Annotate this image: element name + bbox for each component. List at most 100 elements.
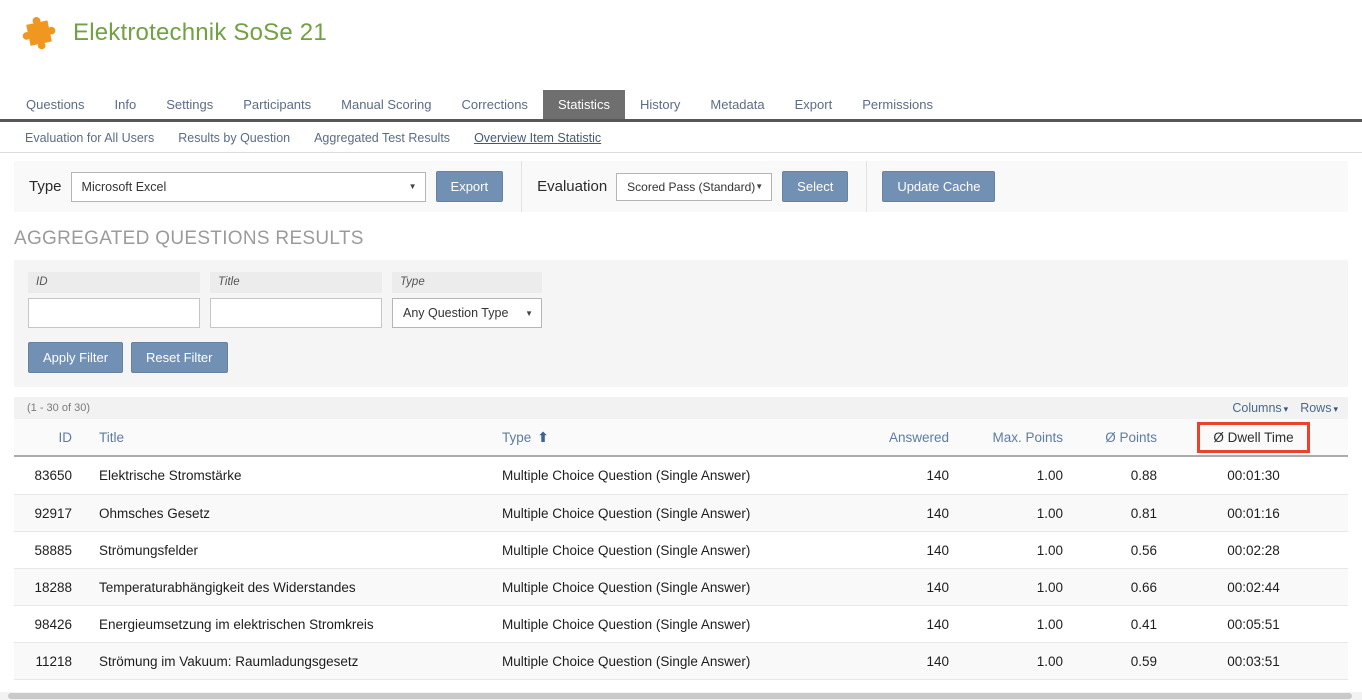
cell-id: 11218 xyxy=(14,654,86,669)
cell-max-points: 1.00 xyxy=(951,654,1065,669)
tab-participants[interactable]: Participants xyxy=(228,90,326,119)
type-label: Type xyxy=(29,178,62,195)
filter-type-select[interactable]: Any Question Type ▼ xyxy=(392,298,542,328)
tab-statistics[interactable]: Statistics xyxy=(543,90,625,119)
cell-id: 18288 xyxy=(14,580,86,595)
caret-down-icon: ▾ xyxy=(1284,404,1289,414)
cell-dwell-time: 00:01:30 xyxy=(1159,468,1348,483)
select-caret-icon: ▼ xyxy=(755,182,763,191)
tab-bar: QuestionsInfoSettingsParticipantsManual … xyxy=(0,90,1362,122)
cell-max-points: 1.00 xyxy=(951,468,1065,483)
results-range: (1 - 30 of 30) xyxy=(27,402,90,414)
apply-filter-button[interactable]: Apply Filter xyxy=(28,342,123,373)
tab-manual-scoring[interactable]: Manual Scoring xyxy=(326,90,446,119)
subtab-bar: Evaluation for All UsersResults by Quest… xyxy=(0,122,1362,153)
subtab-results-by-question[interactable]: Results by Question xyxy=(166,126,302,152)
cell-dwell-time: 00:05:51 xyxy=(1159,617,1348,632)
export-type-value: Microsoft Excel xyxy=(82,180,167,194)
table-row: 92917 Ohmsches Gesetz Multiple Choice Qu… xyxy=(14,494,1348,531)
horizontal-scrollbar xyxy=(0,692,1362,700)
tab-corrections[interactable]: Corrections xyxy=(446,90,542,119)
export-type-select[interactable]: Microsoft Excel ▼ xyxy=(71,172,426,202)
col-header-max-points[interactable]: Max. Points xyxy=(951,430,1065,445)
cell-dwell-time: 00:02:44 xyxy=(1159,580,1348,595)
rows-dropdown[interactable]: Rows▾ xyxy=(1300,401,1338,415)
table-command-row: (1 - 30 of 30) Columns▾ Rows▾ xyxy=(14,397,1348,419)
columns-dropdown[interactable]: Columns▾ xyxy=(1232,401,1288,415)
tab-info[interactable]: Info xyxy=(100,90,152,119)
cell-answered: 140 xyxy=(847,580,951,595)
filter-type-label: Type xyxy=(392,272,542,293)
evaluation-value: Scored Pass (Standard) xyxy=(627,180,755,194)
select-caret-icon: ▼ xyxy=(409,182,417,191)
toolbar: Type Microsoft Excel ▼ Export Evaluation… xyxy=(14,161,1348,212)
cell-title: Ohmsches Gesetz xyxy=(86,506,489,521)
scrollbar-thumb[interactable] xyxy=(8,693,1352,699)
export-group: Type Microsoft Excel ▼ Export xyxy=(14,161,521,212)
evaluation-select[interactable]: Scored Pass (Standard) ▼ xyxy=(616,173,772,201)
cell-avg-points: 0.88 xyxy=(1065,468,1159,483)
select-button[interactable]: Select xyxy=(782,171,848,202)
cell-avg-points: 0.56 xyxy=(1065,543,1159,558)
cell-dwell-time: 00:02:28 xyxy=(1159,543,1348,558)
tab-settings[interactable]: Settings xyxy=(151,90,228,119)
subtab-aggregated-test-results[interactable]: Aggregated Test Results xyxy=(302,126,462,152)
filter-id-input[interactable] xyxy=(28,298,200,328)
tab-metadata[interactable]: Metadata xyxy=(695,90,779,119)
tab-export[interactable]: Export xyxy=(780,90,848,119)
cell-title: Strömungsfelder xyxy=(86,543,489,558)
dwell-time-highlight-box: Ø Dwell Time xyxy=(1197,422,1309,453)
cell-title: Temperaturabhängigkeit des Widerstandes xyxy=(86,580,489,595)
col-header-answered[interactable]: Answered xyxy=(847,430,951,445)
cell-answered: 140 xyxy=(847,654,951,669)
update-cache-button[interactable]: Update Cache xyxy=(882,171,995,202)
cell-answered: 140 xyxy=(847,506,951,521)
reset-filter-button[interactable]: Reset Filter xyxy=(131,342,227,373)
results-table: ID Title Type⬆ Answered Max. Points Ø Po… xyxy=(14,419,1348,700)
col-header-avg-points[interactable]: Ø Points xyxy=(1065,430,1159,445)
table-row: 58885 Strömungsfelder Multiple Choice Qu… xyxy=(14,531,1348,568)
tab-history[interactable]: History xyxy=(625,90,695,119)
subtab-evaluation-for-all-users[interactable]: Evaluation for All Users xyxy=(13,126,166,152)
cell-id: 98426 xyxy=(14,617,86,632)
cell-type: Multiple Choice Question (Single Answer) xyxy=(489,617,847,632)
evaluation-label: Evaluation xyxy=(537,178,607,195)
col-header-dwell-time[interactable]: Ø Dwell Time xyxy=(1159,422,1348,453)
cell-id: 83650 xyxy=(14,468,86,483)
sort-asc-icon: ⬆ xyxy=(537,429,549,445)
col-header-id[interactable]: ID xyxy=(14,430,86,445)
table-row: 98426 Energieumsetzung im elektrischen S… xyxy=(14,605,1348,642)
section-title: AGGREGATED QUESTIONS RESULTS xyxy=(14,228,1362,250)
subtab-overview-item-statistic[interactable]: Overview Item Statistic xyxy=(462,126,613,152)
export-button[interactable]: Export xyxy=(436,171,504,202)
cell-id: 58885 xyxy=(14,543,86,558)
filter-title-input[interactable] xyxy=(210,298,382,328)
col-header-title[interactable]: Title xyxy=(86,430,489,445)
table-header-row: ID Title Type⬆ Answered Max. Points Ø Po… xyxy=(14,419,1348,457)
cell-answered: 140 xyxy=(847,543,951,558)
col-header-type[interactable]: Type⬆ xyxy=(489,429,847,446)
cell-answered: 140 xyxy=(847,468,951,483)
cell-avg-points: 0.66 xyxy=(1065,580,1159,595)
filter-field-type: Type Any Question Type ▼ xyxy=(392,272,542,328)
select-caret-icon: ▼ xyxy=(525,309,533,318)
caret-down-icon: ▾ xyxy=(1333,404,1338,414)
evaluation-group: Evaluation Scored Pass (Standard) ▼ Sele… xyxy=(522,161,866,212)
cell-max-points: 1.00 xyxy=(951,580,1065,595)
filter-title-label: Title xyxy=(210,272,382,293)
table-row: 83650 Elektrische Stromstärke Multiple C… xyxy=(14,457,1348,494)
table-row: 11218 Strömung im Vakuum: Raumladungsges… xyxy=(14,642,1348,679)
page-title: Elektrotechnik SoSe 21 xyxy=(73,19,327,47)
tab-questions[interactable]: Questions xyxy=(11,90,100,119)
cell-answered: 140 xyxy=(847,617,951,632)
puzzle-piece-icon xyxy=(20,14,58,52)
cell-type: Multiple Choice Question (Single Answer) xyxy=(489,506,847,521)
cell-title: Energieumsetzung im elektrischen Stromkr… xyxy=(86,617,489,632)
tab-permissions[interactable]: Permissions xyxy=(847,90,948,119)
cell-type: Multiple Choice Question (Single Answer) xyxy=(489,654,847,669)
table-body: 83650 Elektrische Stromstärke Multiple C… xyxy=(14,457,1348,700)
filter-field-title: Title xyxy=(210,272,382,328)
cell-dwell-time: 00:01:16 xyxy=(1159,506,1348,521)
cell-title: Strömung im Vakuum: Raumladungsgesetz xyxy=(86,654,489,669)
cell-type: Multiple Choice Question (Single Answer) xyxy=(489,468,847,483)
